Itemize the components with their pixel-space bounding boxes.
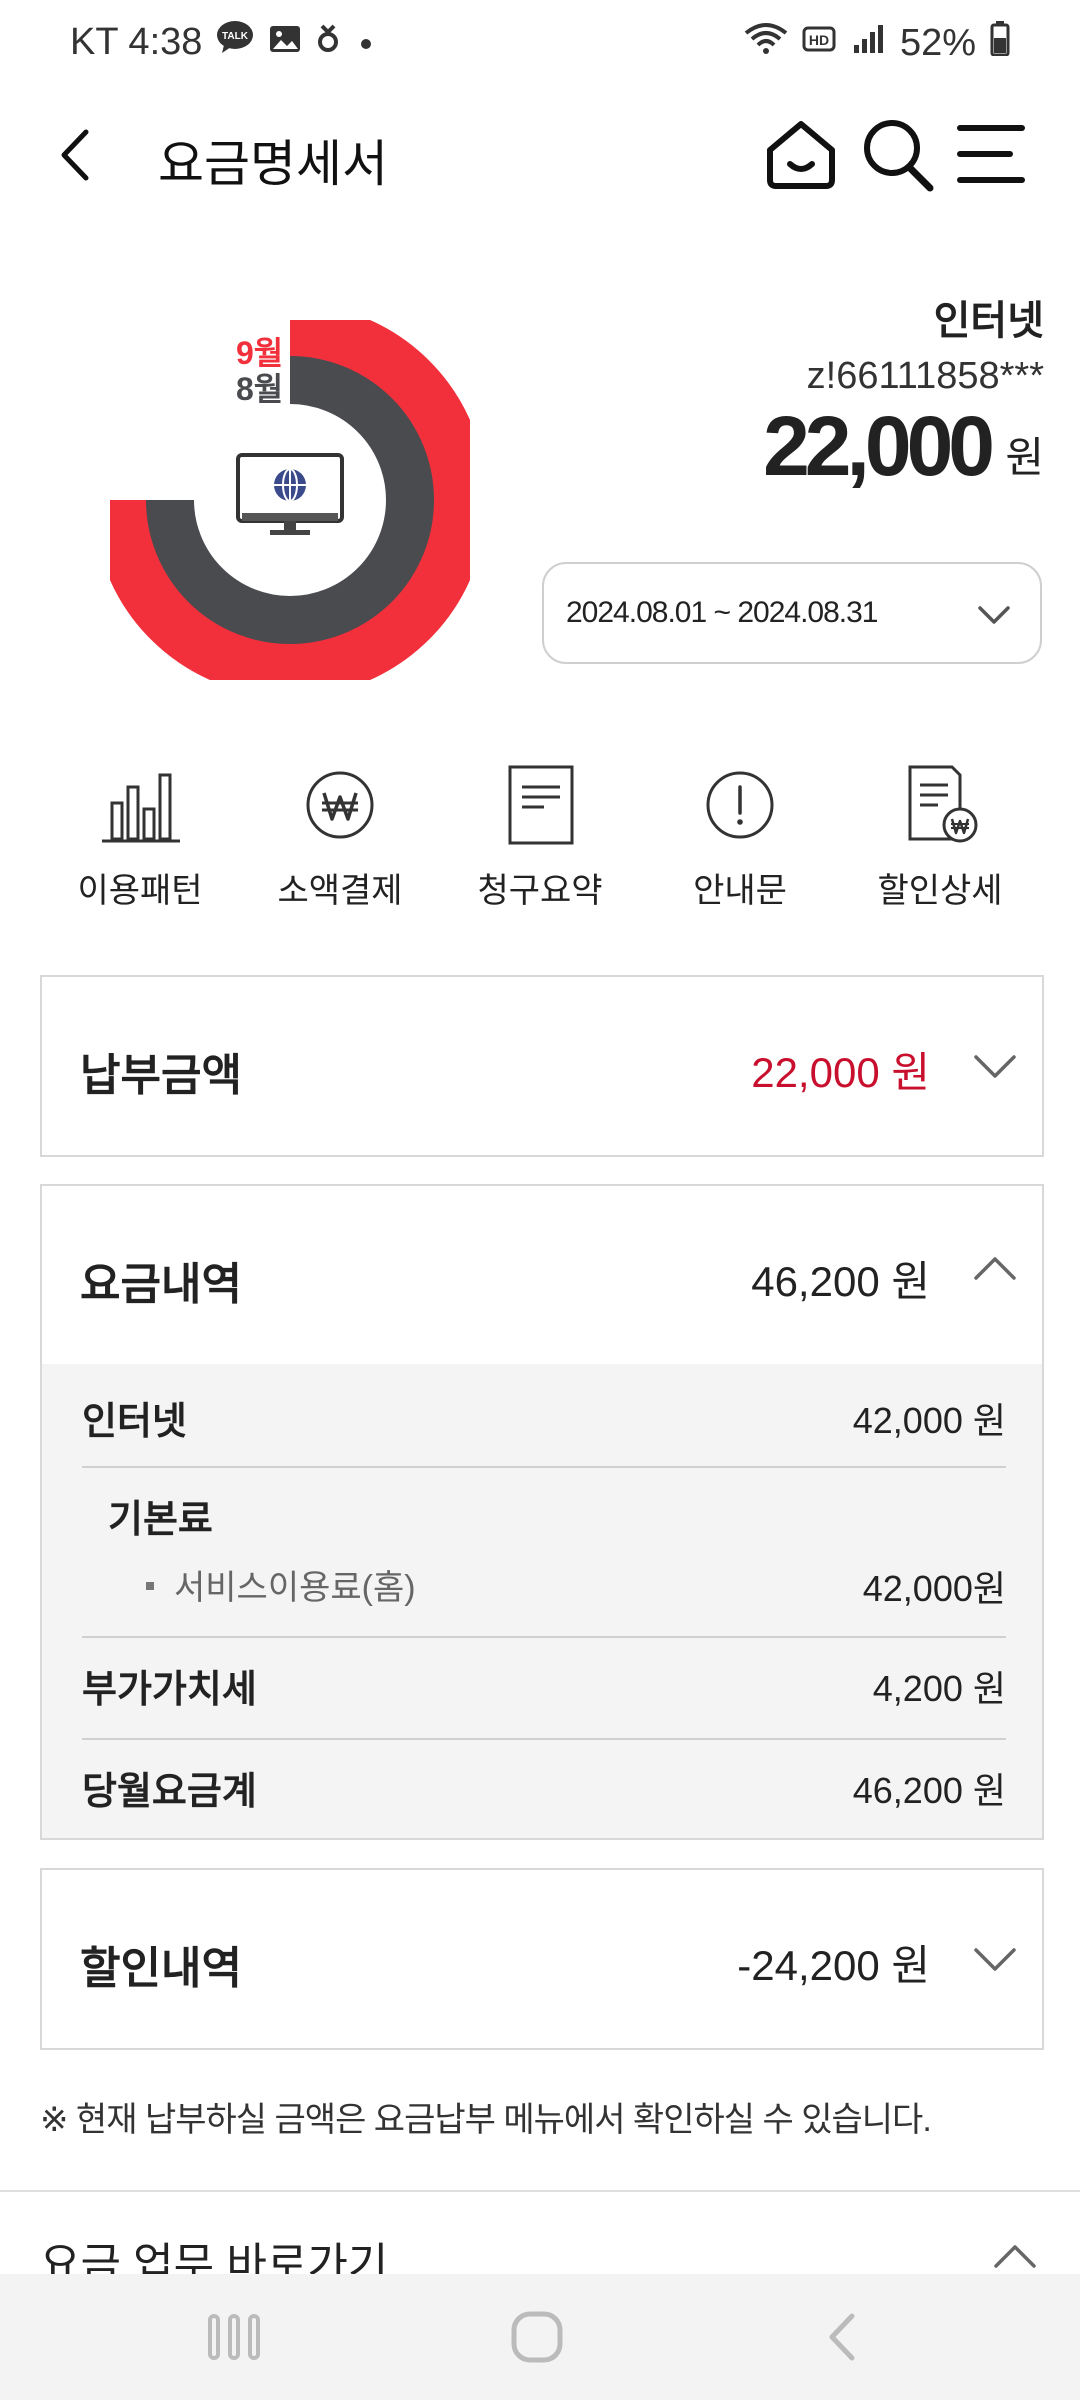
section-divider <box>0 2190 1080 2192</box>
home-button[interactable] <box>762 114 840 194</box>
quick-menu-notice[interactable]: 안내문 <box>640 755 840 915</box>
recent-apps-button[interactable] <box>200 2304 270 2370</box>
menu-icon <box>957 125 1025 183</box>
usage-donut-chart <box>110 320 470 680</box>
app-icon <box>316 20 340 64</box>
payment-amount-title: 납부금액 <box>80 1051 242 1100</box>
recent-apps-icon <box>208 2314 260 2360</box>
notice-icon <box>706 771 774 839</box>
system-navigation-bar <box>0 2274 1080 2400</box>
quick-menu-label: 청구요약 <box>477 872 603 910</box>
charge-label: 당월요금계 <box>82 1771 257 1813</box>
service-fee-value: 42,000원 <box>862 1568 1006 1609</box>
computer-icon <box>236 453 344 535</box>
quick-menu-label: 이용패턴 <box>77 872 203 910</box>
chevron-down-icon <box>978 606 1010 624</box>
charge-value: 42,000 원 <box>852 1400 1006 1441</box>
quick-menu-label: 소액결제 <box>277 872 403 910</box>
status-bar-left: KT 4:38 TALK <box>70 20 378 64</box>
back-button[interactable] <box>42 120 112 190</box>
quick-menu-label: 안내문 <box>693 872 787 910</box>
charges-title: 요금내역 <box>80 1260 242 1309</box>
back-icon <box>61 129 89 181</box>
payment-amount-value: 22,000 원 <box>751 1049 930 1096</box>
quick-menu-usage-pattern[interactable]: 이용패턴 <box>40 755 240 915</box>
status-bar: KT 4:38 TALK HD 52% <box>0 0 1080 88</box>
chevron-down-icon <box>974 1055 1016 1078</box>
won-coin-icon <box>306 771 374 839</box>
total-amount: 22,000 <box>763 399 995 493</box>
charge-value: 46,200 원 <box>852 1770 1006 1811</box>
row-divider <box>82 1466 1006 1468</box>
page-title: 요금명세서 <box>158 136 388 192</box>
charges-section[interactable]: 요금내역 46,200 원 <box>40 1184 1044 1366</box>
account-id: z!66111858*** <box>806 355 1044 397</box>
discounts-title: 할인내역 <box>80 1944 242 1993</box>
row-divider <box>82 1636 1006 1638</box>
charge-row-internet: 인터넷 42,000 원 <box>82 1384 1006 1444</box>
wifi-icon <box>744 21 788 65</box>
period-select[interactable]: 2024.08.01 ~ 2024.08.31 <box>542 562 1042 664</box>
discounts-section[interactable]: 할인내역 -24,200 원 <box>40 1868 1044 2050</box>
svg-text:HD: HD <box>809 32 829 48</box>
quick-menu-bill-summary[interactable]: 청구요약 <box>440 755 640 915</box>
total-amount-unit: 원 <box>1005 434 1044 481</box>
home-circle-icon <box>511 2311 563 2363</box>
back-nav-button[interactable] <box>808 2304 878 2370</box>
document-icon <box>508 765 574 845</box>
discount-document-icon <box>908 765 978 843</box>
quick-menu-micro-payment[interactable]: 소액결제 <box>240 755 440 915</box>
charge-label: 부가가치세 <box>82 1669 257 1711</box>
dot-icon <box>354 21 378 64</box>
quick-menu-discount-detail[interactable]: 할인상세 <box>840 755 1040 915</box>
search-button[interactable] <box>858 114 936 194</box>
signal-icon <box>852 22 886 65</box>
image-icon <box>268 21 302 64</box>
carrier-time: KT 4:38 <box>70 20 203 63</box>
chat-icon: TALK <box>216 20 254 64</box>
charge-row-vat: 부가가치세 4,200 원 <box>82 1658 1006 1718</box>
battery-percent: 52% <box>899 21 976 64</box>
charge-value: 4,200 원 <box>872 1668 1006 1709</box>
home-nav-button[interactable] <box>502 2304 572 2370</box>
discounts-amount: -24,200 원 <box>737 1942 930 1989</box>
chevron-up-icon <box>974 1257 1016 1280</box>
home-icon <box>767 121 835 189</box>
quick-menu-label: 할인상세 <box>877 872 1003 910</box>
app-bar: 요금명세서 <box>0 100 1080 210</box>
search-icon <box>864 120 934 192</box>
hd-icon: HD <box>802 22 838 65</box>
talk-badge-text: TALK <box>222 31 249 42</box>
back-arrow-icon <box>829 2313 855 2361</box>
period-value: 2024.08.01 ~ 2024.08.31 <box>566 596 878 629</box>
payment-amount-section[interactable]: 납부금액 22,000 원 <box>40 975 1044 1157</box>
charges-amount: 46,200 원 <box>751 1258 930 1305</box>
charge-label: 인터넷 <box>82 1401 187 1443</box>
row-divider <box>82 1738 1006 1740</box>
charges-detail: 인터넷 42,000 원 기본료 서비스이용료(홈) 42,000원 부가가치세… <box>40 1364 1044 1840</box>
base-fee-label: 기본료 <box>108 1499 213 1541</box>
service-fee-row: 42,000원 <box>82 1560 1006 1610</box>
payment-notice: ※ 현재 납부하실 금액은 요금납부 메뉴에서 확인하실 수 있습니다. <box>40 2101 932 2139</box>
bar-chart-icon <box>102 773 180 843</box>
battery-icon <box>990 20 1010 66</box>
menu-button[interactable] <box>952 118 1030 190</box>
chevron-down-icon <box>974 1948 1016 1971</box>
service-name: 인터넷 <box>933 299 1044 343</box>
status-bar-right: HD 52% <box>744 20 1010 66</box>
previous-month-label: 8월 <box>236 371 284 407</box>
charge-row-monthly-total: 당월요금계 46,200 원 <box>82 1760 1006 1820</box>
